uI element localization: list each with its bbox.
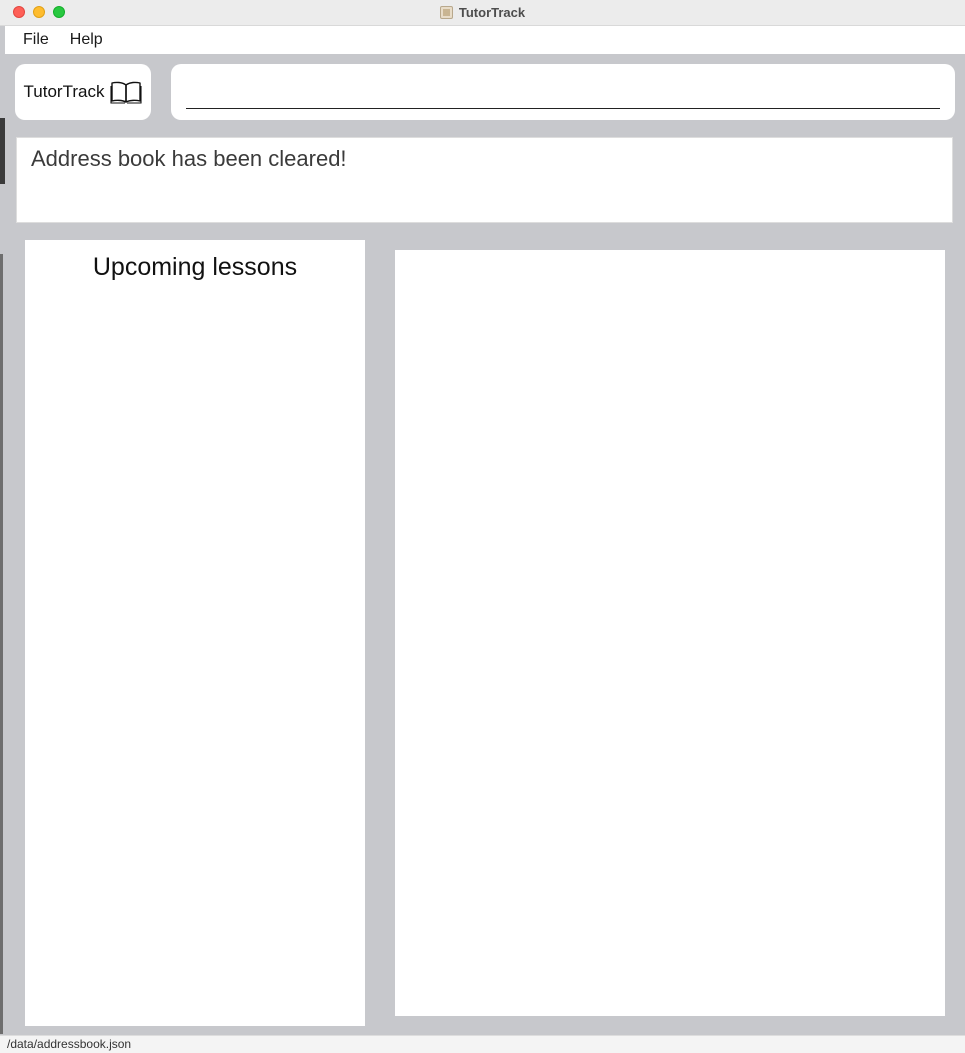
background-window-edge-lower (0, 254, 3, 1034)
window-title: TutorTrack (458, 5, 526, 20)
app-icon (439, 6, 453, 19)
upcoming-lessons-title: Upcoming lessons (92, 253, 298, 281)
brand-card: TutorTrack (15, 64, 151, 120)
background-window-edge (0, 118, 5, 184)
menu-bar: File Help (5, 26, 965, 54)
save-location-path: /data/addressbook.json (7, 1037, 132, 1051)
title-bar: TutorTrack (0, 0, 965, 26)
brand-name: TutorTrack (23, 82, 105, 101)
result-message: Address book has been cleared! (31, 146, 347, 171)
open-book-icon (110, 81, 143, 104)
command-box (171, 64, 955, 120)
menu-file[interactable]: File (23, 31, 49, 49)
command-input[interactable] (186, 76, 940, 109)
status-bar: /data/addressbook.json (0, 1035, 965, 1053)
result-display: Address book has been cleared! (16, 137, 953, 223)
upcoming-lessons-panel[interactable]: Upcoming lessons (25, 240, 365, 1026)
window-title-group: TutorTrack (0, 0, 965, 25)
menu-help[interactable]: Help (70, 31, 103, 49)
person-list-panel[interactable] (395, 250, 945, 1016)
